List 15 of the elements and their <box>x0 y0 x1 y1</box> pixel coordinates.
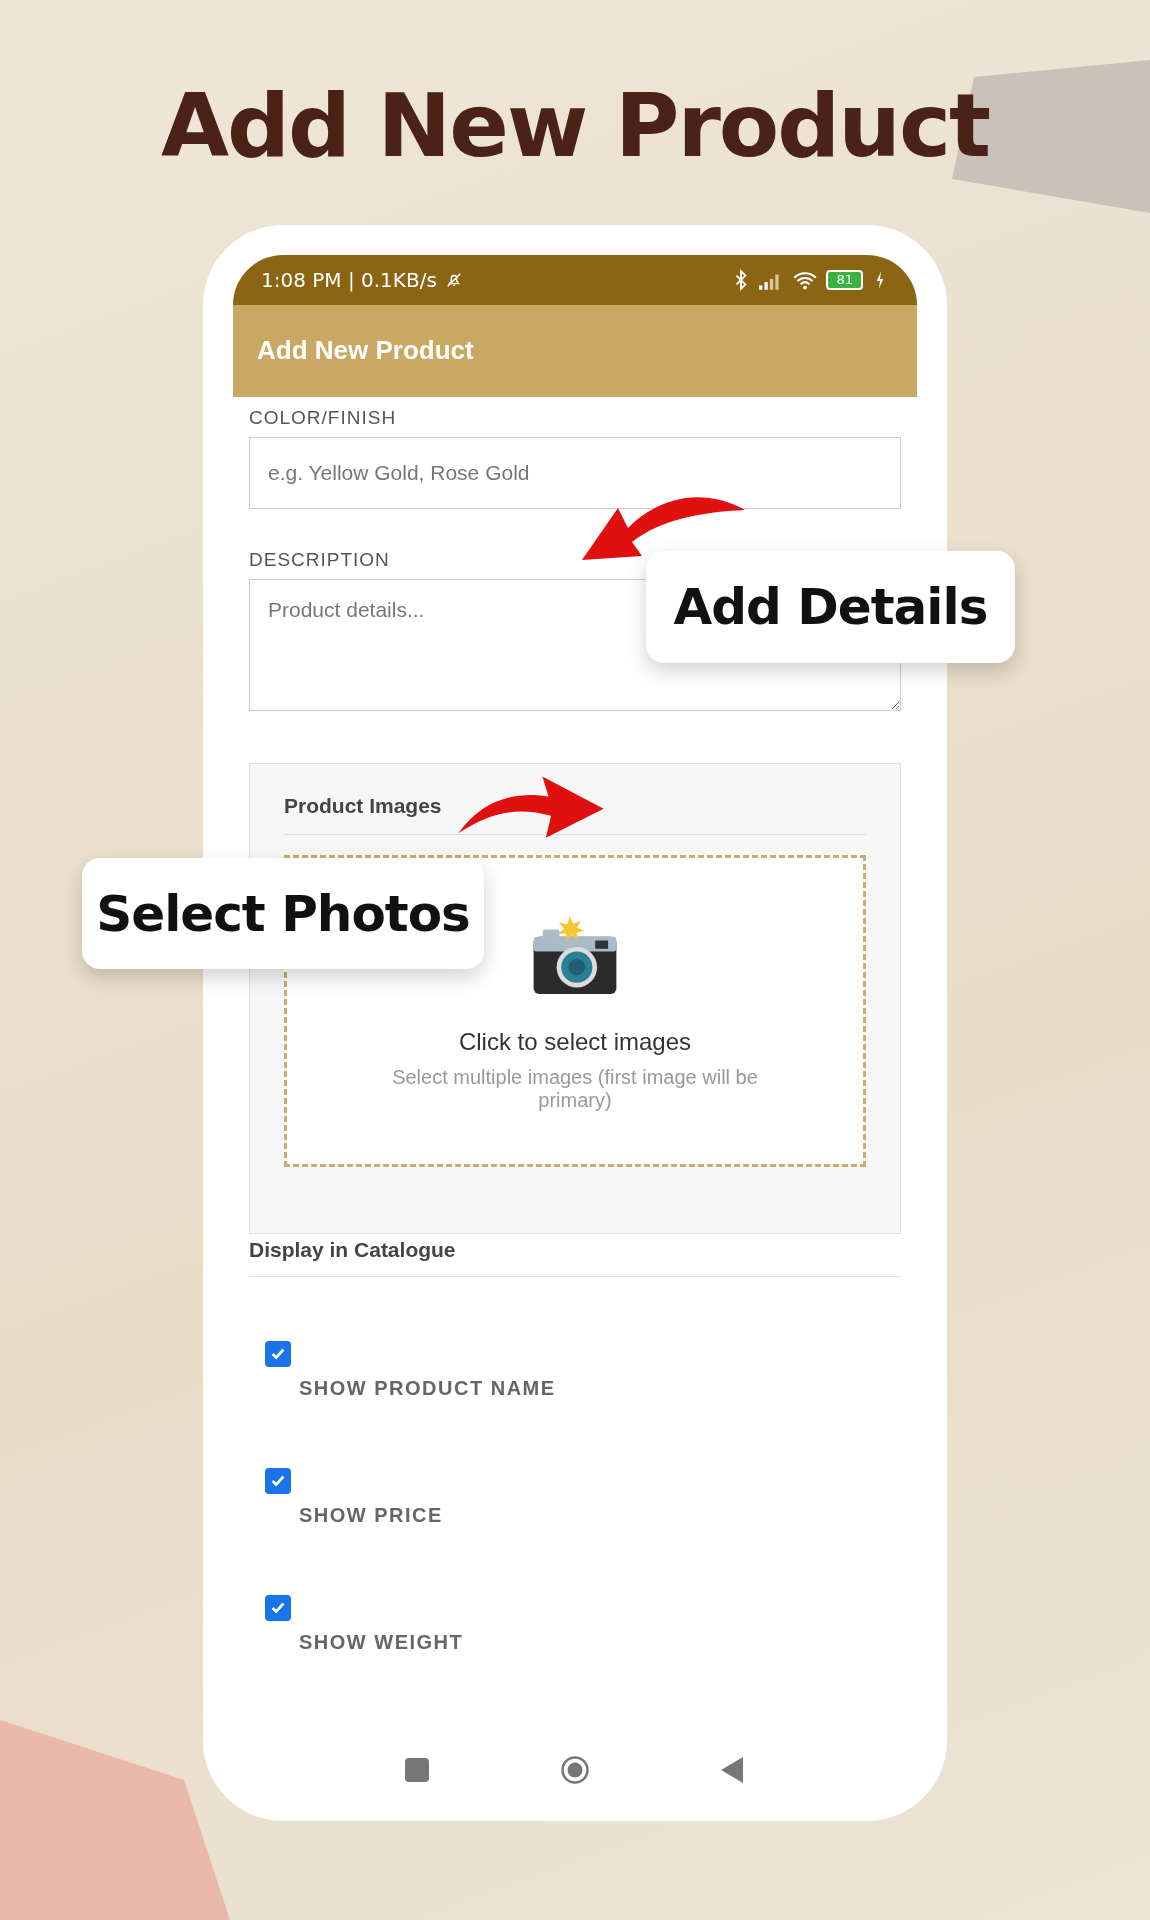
checkbox-label: SHOW WEIGHT <box>299 1630 464 1654</box>
callout-tooltip: Add Details <box>646 551 1015 663</box>
callout-tooltip: Select Photos <box>82 858 484 969</box>
headline: Add New Product <box>160 78 990 175</box>
upload-hint: Select multiple images (first image will be primary) <box>391 1065 759 1112</box>
battery-level: 81 <box>826 269 863 290</box>
section-title: Display in Catalogue <box>249 1237 457 1262</box>
checkbox-label: SHOW PRICE <box>299 1503 443 1527</box>
checkbox-label: SHOW PRODUCT NAME <box>299 1376 556 1400</box>
status-time: 1:08 PM | 0.1KB/s <box>261 267 437 292</box>
field-label: COLOR/FINISH <box>249 406 398 429</box>
app-title: Add New Product <box>257 335 474 367</box>
upload-title: Click to select images <box>458 1027 692 1056</box>
panel-title: Product Images <box>284 793 443 818</box>
field-label: DESCRIPTION <box>249 548 391 571</box>
